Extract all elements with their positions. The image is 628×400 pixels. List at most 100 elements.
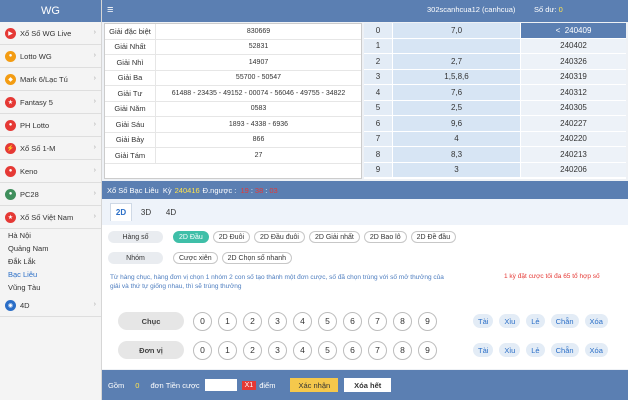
digit-button[interactable]: 7: [368, 311, 387, 331]
digit-button[interactable]: 4: [293, 311, 312, 331]
sidebar-item[interactable]: ● PH Lotto ›: [0, 114, 101, 137]
sub-item[interactable]: Đắk Lắk: [0, 255, 101, 268]
history-row[interactable]: 6 9,6 240227: [364, 116, 626, 132]
history-period: 240312: [520, 85, 626, 100]
tab-4d[interactable]: 4D: [160, 203, 182, 221]
digit-button[interactable]: 0: [193, 340, 212, 360]
history-tail: [392, 38, 520, 53]
sub-item[interactable]: Hà Nội: [0, 229, 101, 242]
digit-button[interactable]: 6: [343, 311, 362, 331]
history-period-value: 240213: [560, 149, 587, 159]
history-tail: 9,6: [392, 116, 520, 131]
sub-item[interactable]: Bạc Liêu: [0, 268, 101, 281]
history-row[interactable]: 4 7,6 240312: [364, 85, 626, 101]
countdown-seconds: 03: [269, 185, 278, 195]
digit-button[interactable]: 5: [318, 311, 337, 331]
history-period: 240402: [520, 38, 626, 53]
bet-type-chip[interactable]: 2D Đầu đuôi: [254, 231, 305, 243]
sidebar-item[interactable]: ● Lotto WG ›: [0, 45, 101, 68]
digit-button[interactable]: 5: [318, 340, 337, 360]
digit-button[interactable]: 9: [418, 340, 437, 360]
history-row[interactable]: 1 240402: [364, 38, 626, 54]
sidebar-item[interactable]: ★ Xổ Số Việt Nam ›: [0, 206, 101, 229]
history-row[interactable]: 9 3 240206: [364, 162, 626, 178]
bet-type-chip[interactable]: 2D Giải nhất: [308, 231, 360, 243]
multiplier-badge[interactable]: X1: [241, 380, 257, 390]
digit-button[interactable]: 3: [268, 311, 287, 331]
history-period: 240206: [520, 162, 626, 177]
quick-select-button[interactable]: Lẻ: [526, 343, 545, 357]
quick-select-button[interactable]: Tài: [473, 343, 494, 357]
sidebar-item[interactable]: ● PC28 ›: [0, 183, 101, 206]
group-chip[interactable]: 2D Chọn số nhanh: [221, 252, 293, 264]
bet-type-chip[interactable]: 2D Bao lô: [363, 231, 407, 243]
history-period-value: 240227: [560, 118, 587, 128]
quick-select-button[interactable]: Xỉu: [499, 343, 521, 357]
quick-select-button[interactable]: Chẵn: [550, 343, 579, 357]
result-row: Giải Nhất 52831: [105, 39, 361, 55]
sidebar-item-4d[interactable]: ◉ 4D ›: [0, 294, 101, 317]
sub-item[interactable]: Vũng Tàu: [0, 281, 101, 294]
vn-flag-icon: ★: [5, 211, 16, 223]
history-row[interactable]: 7 4 240220: [364, 131, 626, 147]
history-row[interactable]: 3 1,5,8,6 240319: [364, 69, 626, 85]
lightning-icon: ⚡: [5, 142, 16, 154]
sidebar-item-label: Mark 6/Lạc Tú: [20, 74, 68, 84]
group-chip[interactable]: Cược xiên: [173, 252, 218, 264]
digit-button[interactable]: 3: [268, 340, 287, 360]
digit-button[interactable]: 8: [393, 340, 412, 360]
digit-button[interactable]: 6: [343, 340, 362, 360]
digit-button[interactable]: 2: [243, 340, 262, 360]
sidebar-item-label: 4D: [20, 300, 30, 310]
history-row[interactable]: 8 8,3 240213: [364, 147, 626, 163]
clear-all-button[interactable]: Xóa hết: [344, 378, 392, 392]
sidebar-item[interactable]: ★ Fantasy 5 ›: [0, 91, 101, 114]
quick-select-button[interactable]: Xóa: [584, 314, 608, 328]
history-head: 2: [364, 54, 392, 69]
amount-input[interactable]: [204, 379, 237, 391]
digit-button[interactable]: 7: [368, 340, 387, 360]
prize-label: Giải Nhì: [116, 57, 144, 67]
prize-label: Giải Bảy: [115, 135, 145, 145]
history-head: 9: [364, 162, 392, 177]
history-tail: 7,6: [392, 85, 520, 100]
history-row[interactable]: 2 2,7 240326: [364, 54, 626, 70]
sub-item[interactable]: Quảng Nam: [0, 242, 101, 255]
menu-icon[interactable]: ≡: [107, 4, 113, 16]
quick-select-button[interactable]: Xỉu: [499, 314, 521, 328]
history-period: 240326: [520, 54, 626, 69]
history-row[interactable]: 5 2,5 240305: [364, 100, 626, 116]
chevron-right-icon: ›: [93, 144, 96, 151]
group-label: Nhóm: [108, 252, 163, 264]
quick-select-button[interactable]: Xóa: [584, 343, 608, 357]
bet-type-chip[interactable]: 2D Đầu: [173, 231, 209, 243]
sidebar-item[interactable]: ⚡ Xổ Số 1-M ›: [0, 137, 101, 160]
digit-button[interactable]: 1: [218, 340, 237, 360]
history-row[interactable]: 0 7,0 < 240409: [364, 23, 626, 39]
result-row: Giải Năm 0583: [105, 101, 361, 117]
sidebar-item-label: PH Lotto: [20, 120, 50, 130]
bet-type-chip[interactable]: 2D Đề đầu: [410, 231, 457, 243]
quick-select-button[interactable]: Chẵn: [550, 314, 579, 328]
sidebar-item[interactable]: ◆ Mark 6/Lạc Tú ›: [0, 68, 101, 91]
sidebar-item[interactable]: ▶ Xổ Số WG Live ›: [0, 22, 101, 45]
digit-button[interactable]: 9: [418, 311, 437, 331]
confirm-button[interactable]: Xác nhận: [290, 378, 339, 392]
history-head: 3: [364, 69, 392, 84]
bet-type-chip[interactable]: 2D Đuôi: [212, 231, 251, 243]
digit-button[interactable]: 4: [293, 340, 312, 360]
sidebar-item[interactable]: ● Keno ›: [0, 160, 101, 183]
digit-button[interactable]: 0: [193, 311, 212, 331]
star-icon: ★: [5, 96, 16, 108]
quick-select-button[interactable]: Lẻ: [526, 314, 545, 328]
digit-button[interactable]: 8: [393, 311, 412, 331]
history-head: 7: [364, 131, 392, 146]
tab-2d[interactable]: 2D: [110, 203, 132, 221]
prize-value: 830669: [155, 24, 361, 39]
sidebar-item-label: Keno: [20, 166, 38, 176]
quick-select-button[interactable]: Tài: [473, 314, 494, 328]
digit-button[interactable]: 2: [243, 311, 262, 331]
tab-3d[interactable]: 3D: [135, 203, 157, 221]
chevron-right-icon: ›: [93, 167, 96, 174]
digit-button[interactable]: 1: [218, 311, 237, 331]
